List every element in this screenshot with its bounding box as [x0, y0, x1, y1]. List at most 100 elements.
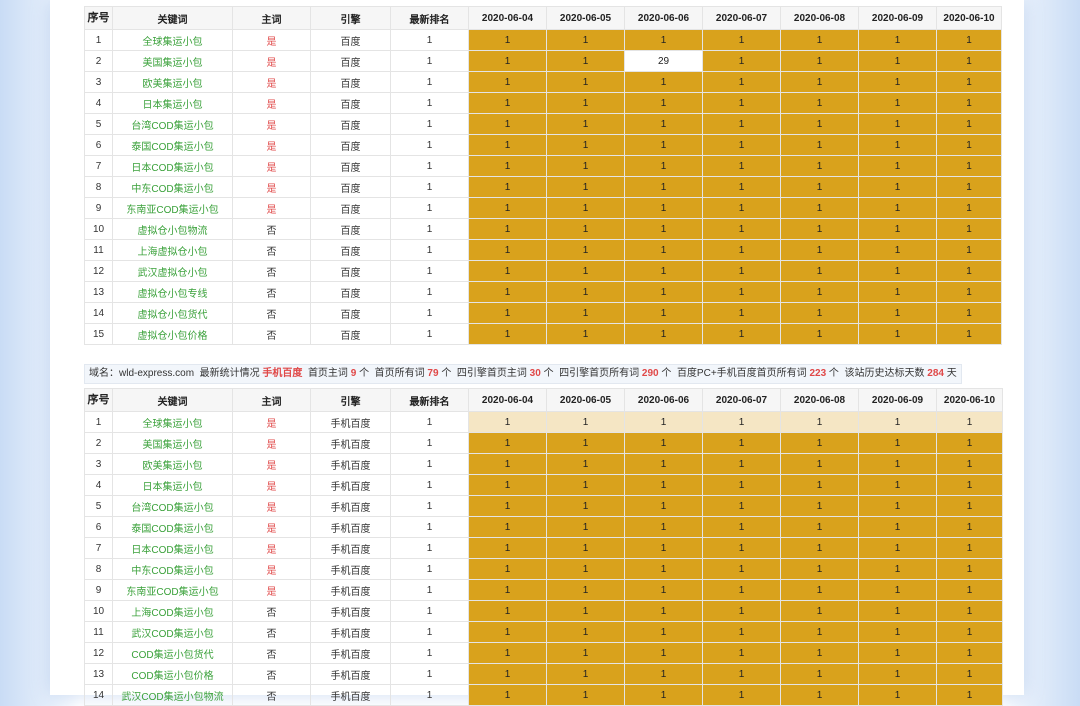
daily-rank-cell: 1: [546, 197, 625, 219]
daily-rank-cell: 1: [624, 281, 703, 303]
home-main-label: 首页主词: [307, 368, 348, 379]
keyword-link[interactable]: 中东COD集运小包: [112, 176, 233, 198]
daily-rank-cell: 1: [468, 50, 547, 72]
row-number: 9: [84, 197, 113, 219]
table-row: 1 全球集运小包是手机百度 1 1 1 1 1 1 1 1: [84, 411, 1003, 433]
daily-rank-cell: 1: [702, 197, 781, 219]
keyword-link[interactable]: 虚拟仓小包物流: [112, 218, 233, 240]
daily-rank-cell: 1: [702, 663, 781, 685]
keyword-link[interactable]: 泰国COD集运小包: [112, 134, 233, 156]
keyword-link[interactable]: 美国集运小包: [112, 432, 233, 454]
keyword-link[interactable]: 武汉COD集运小包: [112, 621, 233, 643]
keyword-link[interactable]: 泰国COD集运小包: [112, 516, 233, 538]
keyword-link[interactable]: 日本COD集运小包: [112, 537, 233, 559]
keyword-link[interactable]: 全球集运小包: [112, 29, 233, 51]
daily-rank-cell: 1: [546, 621, 625, 643]
daily-rank-cell: 1: [936, 113, 1002, 135]
daily-rank-cell: 1: [858, 29, 937, 51]
pc-mobile-label: 百度PC+手机百度首页所有词: [676, 368, 807, 379]
daily-rank-cell: 1: [624, 155, 703, 177]
main-word-flag: 是: [232, 50, 311, 72]
keyword-link[interactable]: 台湾COD集运小包: [112, 495, 233, 517]
keyword-link[interactable]: 中东COD集运小包: [112, 558, 233, 580]
header-cell: 2020-06-04: [468, 6, 547, 30]
keyword-link[interactable]: 东南亚COD集运小包: [112, 197, 233, 219]
daily-rank-cell: 1: [546, 302, 625, 324]
daily-rank-cell: 1: [468, 432, 547, 454]
keyword-link[interactable]: 日本集运小包: [112, 92, 233, 114]
daily-rank-cell: 1: [702, 155, 781, 177]
baidu-rank-table: 序号 关键词 主词 引擎 最新排名 2020-06-04 2020-06-05 2020-06…: [84, 6, 1002, 345]
table-row: 13 虚拟仓小包专线否百度 1 1 1 1 1 1 1 1: [84, 281, 1002, 303]
table-row: 4 日本集运小包是百度 1 1 1 1 1 1 1 1: [84, 92, 1002, 114]
keyword-link[interactable]: 台湾COD集运小包: [112, 113, 233, 135]
daily-rank-cell: 1: [780, 134, 859, 156]
daily-rank-cell: 1: [780, 663, 859, 685]
keyword-link[interactable]: 虚拟仓小包价格: [112, 323, 233, 345]
daily-rank-cell: 1: [936, 621, 1003, 643]
daily-rank-cell: 1: [780, 71, 859, 93]
daily-rank-cell: 1: [936, 218, 1002, 240]
latest-rank: 1: [390, 29, 469, 51]
daily-rank-cell: 1: [546, 113, 625, 135]
daily-rank-cell: 1: [858, 663, 937, 685]
engine-name: 手机百度: [262, 368, 303, 379]
daily-rank-cell: 1: [702, 50, 781, 72]
daily-rank-cell: 1: [624, 411, 703, 433]
engine-cell: 手机百度: [310, 411, 391, 433]
daily-rank-cell: 1: [858, 176, 937, 198]
row-number: 4: [84, 92, 113, 114]
daily-rank-cell: 1: [936, 411, 1003, 433]
keyword-link[interactable]: 美国集运小包: [112, 50, 233, 72]
main-word-flag: 否: [232, 663, 311, 685]
row-number: 12: [84, 260, 113, 282]
daily-rank-cell: 1: [702, 558, 781, 580]
keyword-link[interactable]: 上海虚拟仓小包: [112, 239, 233, 261]
engine-cell: 百度: [310, 134, 391, 156]
keyword-link[interactable]: 日本集运小包: [112, 474, 233, 496]
daily-rank-cell: 1: [936, 239, 1002, 261]
table-row: 5 台湾COD集运小包是手机百度 1 1 1 1 1 1 1 1: [84, 495, 1003, 517]
keyword-link[interactable]: 虚拟仓小包专线: [112, 281, 233, 303]
engine-cell: 手机百度: [310, 453, 391, 475]
row-number: 7: [84, 537, 113, 559]
keyword-link[interactable]: COD集运小包货代: [112, 642, 233, 664]
daily-rank-cell: 1: [624, 663, 703, 685]
daily-rank-cell: 1: [780, 516, 859, 538]
daily-rank-cell: 1: [546, 663, 625, 685]
row-number: 5: [84, 113, 113, 135]
keyword-link[interactable]: 全球集运小包: [112, 411, 233, 433]
daily-rank-cell: 1: [546, 29, 625, 51]
table-row: 7 日本COD集运小包是手机百度 1 1 1 1 1 1 1 1: [84, 537, 1003, 559]
keyword-link[interactable]: 上海COD集运小包: [112, 600, 233, 622]
daily-rank-cell: 1: [468, 558, 547, 580]
daily-rank-cell: 1: [702, 474, 781, 496]
keyword-link[interactable]: 武汉虚拟仓小包: [112, 260, 233, 282]
daily-rank-cell: 1: [624, 558, 703, 580]
latest-rank: 1: [390, 600, 469, 622]
keyword-link[interactable]: COD集运小包价格: [112, 663, 233, 685]
daily-rank-cell: 1: [936, 302, 1002, 324]
keyword-link[interactable]: 日本COD集运小包: [112, 155, 233, 177]
daily-rank-cell: 1: [936, 453, 1003, 475]
latest-rank: 1: [390, 155, 469, 177]
daily-rank-cell: 1: [624, 260, 703, 282]
keyword-link[interactable]: 武汉COD集运小包物流: [112, 684, 233, 706]
keyword-link[interactable]: 东南亚COD集运小包: [112, 579, 233, 601]
engine-cell: 百度: [310, 50, 391, 72]
row-number: 10: [84, 218, 113, 240]
keyword-link[interactable]: 欧美集运小包: [112, 453, 233, 475]
row-number: 1: [84, 411, 113, 433]
main-word-flag: 是: [232, 495, 311, 517]
table-row: 13 COD集运小包价格否手机百度 1 1 1 1 1 1 1 1: [84, 663, 1003, 685]
engine-cell: 手机百度: [310, 516, 391, 538]
keyword-link[interactable]: 虚拟仓小包货代: [112, 302, 233, 324]
main-word-flag: 是: [232, 113, 311, 135]
header-cell: 2020-06-04: [468, 388, 547, 412]
row-number: 8: [84, 176, 113, 198]
header-seq: 序号: [84, 6, 113, 30]
keyword-link[interactable]: 欧美集运小包: [112, 71, 233, 93]
row-number: 8: [84, 558, 113, 580]
daily-rank-cell: 1: [702, 411, 781, 433]
row-number: 7: [84, 155, 113, 177]
